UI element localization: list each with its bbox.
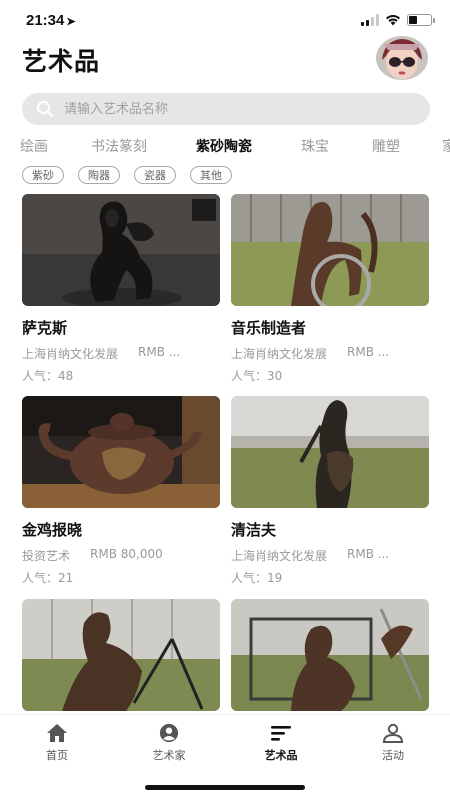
artwork-meta: 上海肖纳文化发展 RMB ... [22,345,220,362]
tab-jewelry[interactable]: 珠宝 [301,136,329,156]
artwork-card[interactable]: 萨克斯 上海肖纳文化发展 RMB ... 人气：48 [22,194,220,384]
artwork-title: 音乐制造者 [231,319,307,337]
artwork-popularity: 人气：30 [231,369,283,383]
nav-artists[interactable]: 艺术家 [129,723,209,763]
artwork-image [22,396,220,508]
time-text: 21:34 [26,12,65,29]
artwork-price: RMB ... [347,547,390,561]
artwork-image [231,194,429,306]
artwork-card[interactable]: 音乐制造者 上海肖纳文化发展 RMB ... 人气：30 [231,194,429,384]
category-tabs: 绘画 书法篆刻 紫砂陶瓷 珠宝 雕塑 家 [0,136,450,158]
artwork-meta: 上海肖纳文化发展 RMB ... [231,345,429,362]
artwork-title: 清洁夫 [231,521,277,539]
tab-painting[interactable]: 绘画 [20,136,48,156]
chip-zisha[interactable]: 紫砂 [22,166,64,184]
tab-calligraphy-seal[interactable]: 书法篆刻 [91,136,147,156]
tab-sculpture[interactable]: 雕塑 [372,136,400,156]
artwork-title: 萨克斯 [22,319,68,337]
search-bar[interactable] [22,93,430,125]
artwork-price: RMB 80,000 [90,547,163,561]
nav-events-label: 活动 [382,749,404,762]
nav-artworks-label: 艺术品 [264,749,298,762]
artwork-card[interactable]: 清洁夫 上海肖纳文化发展 RMB ... 人气：19 [231,396,429,586]
artwork-seller: 上海肖纳文化发展 [231,549,328,563]
home-indicator [145,785,305,790]
artwork-seller: 上海肖纳文化发展 [231,347,328,361]
chip-porcelain[interactable]: 瓷器 [134,166,176,184]
search-input[interactable] [64,101,404,117]
artwork-seller: 投资艺术 [22,549,71,563]
nav-events[interactable]: 活动 [353,723,433,763]
status-bar: 21:34 ➤ [0,0,450,44]
avatar[interactable] [376,36,428,80]
artwork-card[interactable] [22,599,220,714]
chip-other[interactable]: 其他 [190,166,232,184]
status-icons [361,14,435,26]
home-icon [47,724,67,742]
nav-artworks[interactable]: 艺术品 [241,723,321,763]
artwork-popularity: 人气：19 [231,571,283,585]
page-title: 艺术品 [22,47,101,76]
location-arrow-icon: ➤ [66,16,76,28]
nav-artists-label: 艺术家 [152,749,186,762]
artwork-meta: 上海肖纳文化发展 RMB ... [231,547,429,564]
battery-icon [407,14,435,26]
tab-furniture[interactable]: 家 [442,136,450,156]
artwork-image [22,599,220,711]
artwork-title: 金鸡报晓 [22,521,83,539]
cellular-signal-icon [361,14,379,26]
artwork-price: RMB ... [138,345,181,359]
artwork-image [22,194,220,306]
event-icon [382,723,404,743]
artwork-card[interactable] [231,599,429,714]
nav-home[interactable]: 首页 [17,723,97,763]
artist-icon [159,723,179,743]
artwork-popularity: 人气：21 [22,571,74,585]
artwork-seller: 上海肖纳文化发展 [22,347,119,361]
artwork-image [231,599,429,711]
search-icon [37,101,53,117]
tab-zisha-ceramics[interactable]: 紫砂陶瓷 [196,136,252,156]
status-time: 21:34 ➤ [26,12,76,29]
artwork-icon [271,726,291,741]
artwork-popularity: 人气：48 [22,369,74,383]
nav-home-label: 首页 [46,749,68,762]
artwork-price: RMB ... [347,345,390,359]
artwork-grid: 萨克斯 上海肖纳文化发展 RMB ... 人气：48 音乐制造者 上海肖纳文化发… [22,194,430,714]
filter-chips: 紫砂 陶器 瓷器 其他 [22,166,232,184]
chip-pottery[interactable]: 陶器 [78,166,120,184]
artwork-meta: 投资艺术 RMB 80,000 [22,547,220,564]
artwork-image [231,396,429,508]
wifi-icon [386,15,400,26]
artwork-card[interactable]: 金鸡报晓 投资艺术 RMB 80,000 人气：21 [22,396,220,586]
